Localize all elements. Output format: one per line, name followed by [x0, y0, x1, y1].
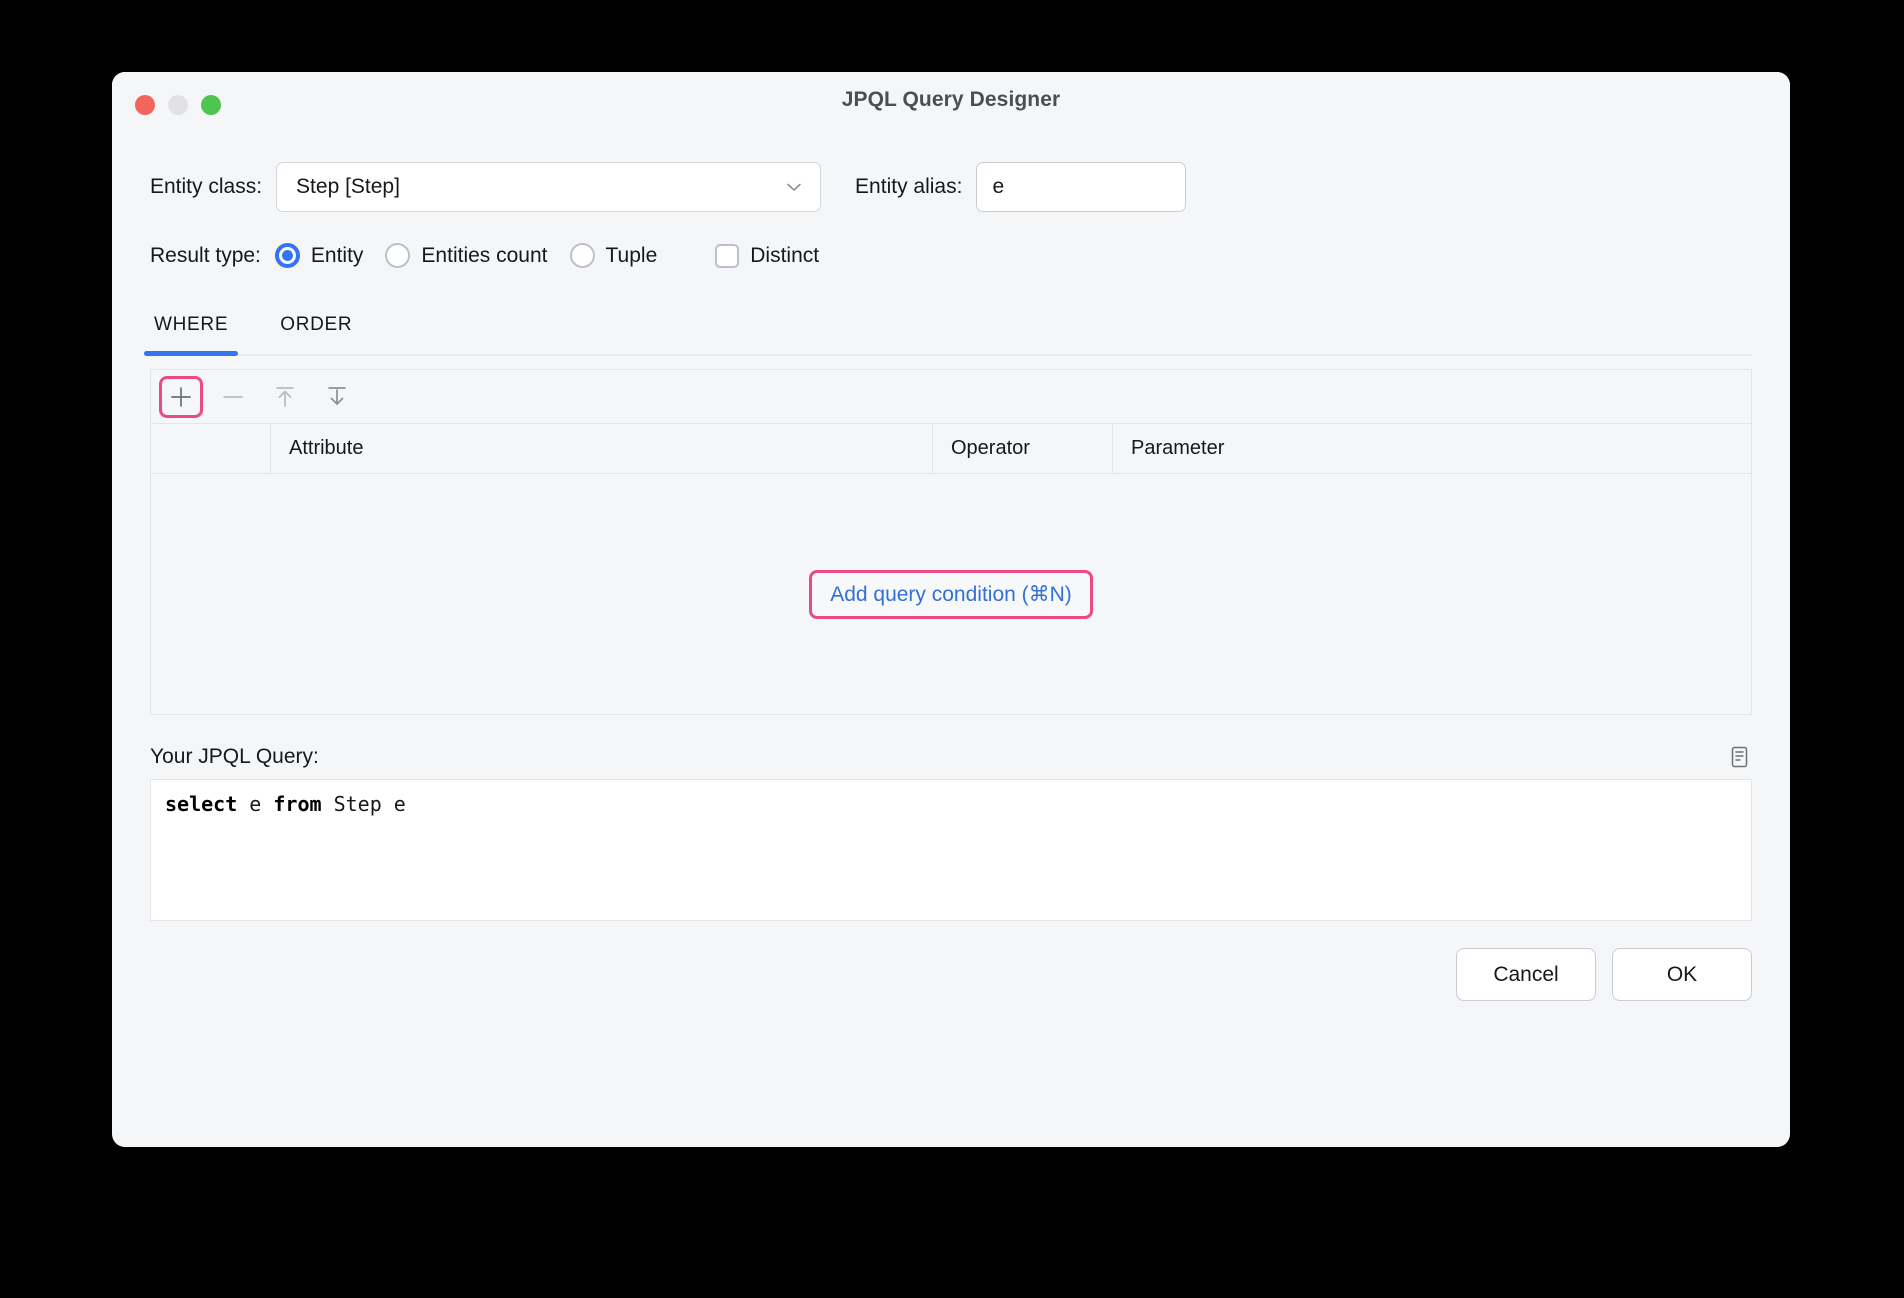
query-entity-alias: Step e: [321, 792, 406, 816]
window-titlebar: JPQL Query Designer: [112, 72, 1790, 140]
window-title: JPQL Query Designer: [841, 88, 1061, 111]
condition-tabs: WHERE ORDER: [143, 308, 1752, 356]
minus-icon: [221, 385, 245, 409]
radio-entities-count[interactable]: Entities count: [385, 243, 548, 268]
dialog-footer: Cancel OK: [150, 948, 1752, 1001]
add-condition-button[interactable]: [159, 375, 203, 418]
desktop-background: JPQL Query Designer Entity class: Step […: [0, 0, 1904, 1298]
radio-entities-count-indicator: [385, 243, 411, 268]
conditions-table-header: Attribute Operator Parameter: [151, 424, 1751, 474]
entity-alias-label: Entity alias:: [855, 175, 963, 198]
entity-class-value: Step [Step]: [296, 175, 400, 198]
move-down-button: [315, 376, 359, 418]
conditions-table-body: Add query condition (⌘N): [151, 474, 1751, 714]
conditions-panel: Attribute Operator Parameter Add query c…: [150, 369, 1752, 715]
query-keyword-select: select: [165, 792, 238, 816]
radio-tuple-label: Tuple: [605, 243, 658, 267]
result-type-label: Result type:: [150, 243, 261, 267]
remove-condition-button: [211, 376, 255, 418]
entity-class-select[interactable]: Step [Step]: [276, 162, 822, 212]
query-preview-label: Your JPQL Query:: [150, 745, 319, 768]
query-alias-1: e: [237, 792, 274, 816]
column-header-operator: Operator: [933, 424, 1113, 473]
column-header-parameter: Parameter: [1131, 437, 1225, 459]
move-down-icon: [325, 385, 349, 409]
tab-order-label: ORDER: [280, 314, 353, 335]
query-keyword-from: from: [273, 792, 322, 816]
entity-class-label: Entity class:: [150, 175, 263, 198]
add-query-condition-link[interactable]: Add query condition (⌘N): [809, 569, 1093, 619]
column-header-index: [151, 424, 271, 473]
distinct-checkbox-indicator: [715, 243, 740, 268]
distinct-checkbox[interactable]: Distinct: [715, 243, 820, 268]
chevron-down-icon: [784, 177, 804, 197]
conditions-toolbar: [151, 370, 1751, 424]
dialog-body: Entity class: Step [Step] Entity alias: …: [112, 162, 1790, 1001]
tab-order[interactable]: ORDER: [276, 308, 356, 354]
distinct-label: Distinct: [750, 243, 820, 267]
radio-entity[interactable]: Entity: [274, 243, 364, 268]
jpql-query-designer-dialog: JPQL Query Designer Entity class: Step […: [112, 72, 1790, 1147]
move-up-icon: [273, 385, 297, 409]
entity-class-row: Entity class: Step [Step] Entity alias: …: [150, 162, 1752, 212]
result-type-row: Result type: Entity Entities count Tuple: [150, 243, 1752, 268]
move-up-button: [263, 376, 307, 418]
radio-entity-indicator: [274, 243, 300, 268]
entity-alias-value: e: [992, 175, 1005, 198]
query-preview-header: Your JPQL Query:: [150, 744, 1752, 770]
ok-button[interactable]: OK: [1612, 948, 1752, 1001]
radio-entity-label: Entity: [310, 243, 364, 267]
entity-alias-input[interactable]: e: [976, 162, 1187, 212]
radio-tuple-indicator: [569, 243, 595, 268]
result-type-radio-group: Entity Entities count Tuple: [261, 243, 657, 268]
tab-where[interactable]: WHERE: [143, 308, 239, 356]
radio-entities-count-label: Entities count: [421, 243, 548, 267]
copy-icon[interactable]: [1726, 744, 1752, 770]
plus-icon: [169, 385, 193, 409]
tab-where-label: WHERE: [154, 314, 229, 335]
jpql-query-text[interactable]: select e from Step e: [150, 779, 1752, 921]
cancel-button[interactable]: Cancel: [1456, 948, 1596, 1001]
radio-tuple[interactable]: Tuple: [569, 243, 658, 268]
column-header-attribute: Attribute: [271, 424, 933, 473]
